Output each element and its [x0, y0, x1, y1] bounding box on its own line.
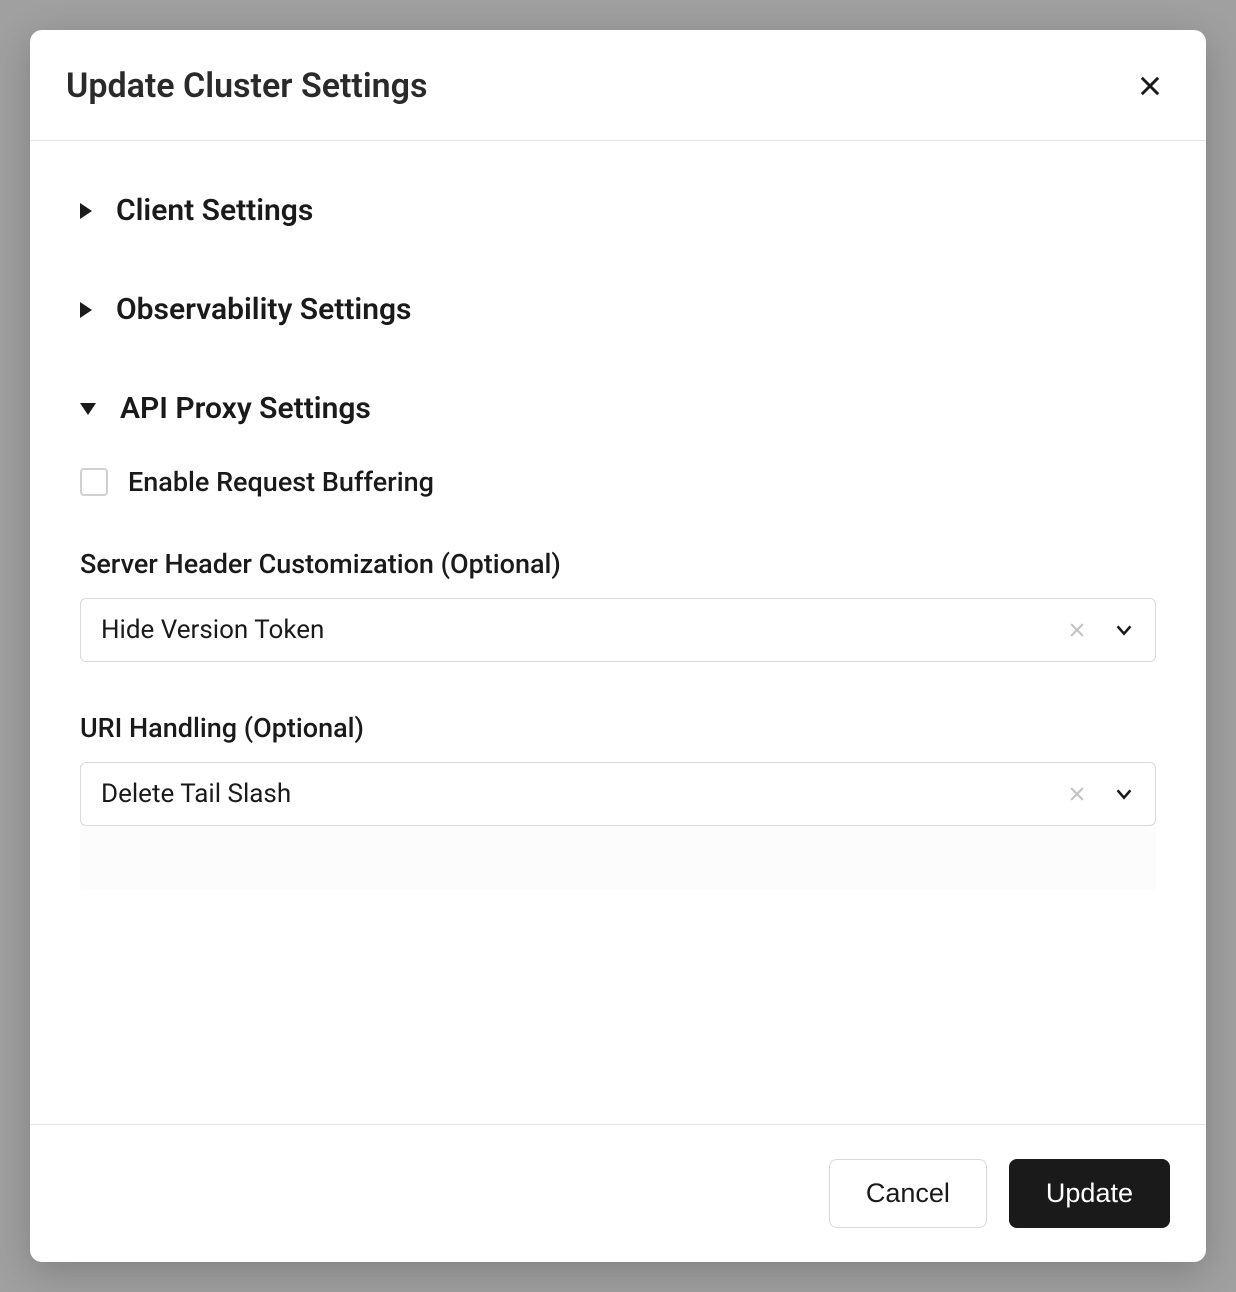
uri-handling-label: URI Handling (Optional)	[80, 712, 1156, 744]
server-header-label: Server Header Customization (Optional)	[80, 548, 1156, 580]
server-header-select[interactable]: Hide Version Token	[80, 598, 1156, 662]
section-observability-settings: Observability Settings	[80, 260, 1156, 359]
chevron-right-icon	[80, 203, 92, 219]
section-header-observability[interactable]: Observability Settings	[80, 292, 1156, 327]
update-cluster-settings-modal: Update Cluster Settings Client Settings …	[30, 30, 1206, 1262]
section-title-observability: Observability Settings	[116, 292, 411, 327]
clear-icon	[1067, 784, 1087, 804]
enable-request-buffering-checkbox[interactable]	[80, 468, 108, 496]
chevron-right-icon	[80, 302, 92, 318]
section-header-client[interactable]: Client Settings	[80, 193, 1156, 228]
chevron-down-icon	[1113, 619, 1135, 641]
modal-header: Update Cluster Settings	[30, 30, 1206, 141]
enable-request-buffering-row: Enable Request Buffering	[80, 466, 1156, 498]
section-api-proxy-settings: API Proxy Settings Enable Request Buffer…	[80, 359, 1156, 922]
close-icon	[1136, 72, 1164, 100]
section-client-settings: Client Settings	[80, 161, 1156, 260]
empty-block	[80, 826, 1156, 890]
server-header-value: Hide Version Token	[101, 615, 1061, 645]
clear-icon	[1067, 620, 1087, 640]
section-title-client: Client Settings	[116, 193, 313, 228]
update-button[interactable]: Update	[1009, 1159, 1170, 1228]
uri-handling-select[interactable]: Delete Tail Slash	[80, 762, 1156, 826]
modal-title: Update Cluster Settings	[66, 66, 427, 106]
section-title-api-proxy: API Proxy Settings	[120, 391, 371, 426]
uri-handling-value: Delete Tail Slash	[101, 779, 1061, 809]
chevron-down-icon	[1113, 783, 1135, 805]
modal-footer: Cancel Update	[30, 1124, 1206, 1262]
cancel-button[interactable]: Cancel	[829, 1159, 987, 1228]
uri-handling-clear-button[interactable]	[1061, 778, 1093, 810]
modal-body: Client Settings Observability Settings A…	[30, 141, 1206, 1124]
uri-handling-field: URI Handling (Optional) Delete Tail Slas…	[80, 712, 1156, 826]
chevron-down-icon	[80, 403, 96, 415]
section-content-api-proxy: Enable Request Buffering Server Header C…	[80, 426, 1156, 890]
section-header-api-proxy[interactable]: API Proxy Settings	[80, 391, 1156, 426]
server-header-clear-button[interactable]	[1061, 614, 1093, 646]
enable-request-buffering-label: Enable Request Buffering	[128, 466, 434, 498]
server-header-field: Server Header Customization (Optional) H…	[80, 548, 1156, 662]
close-button[interactable]	[1130, 66, 1170, 106]
